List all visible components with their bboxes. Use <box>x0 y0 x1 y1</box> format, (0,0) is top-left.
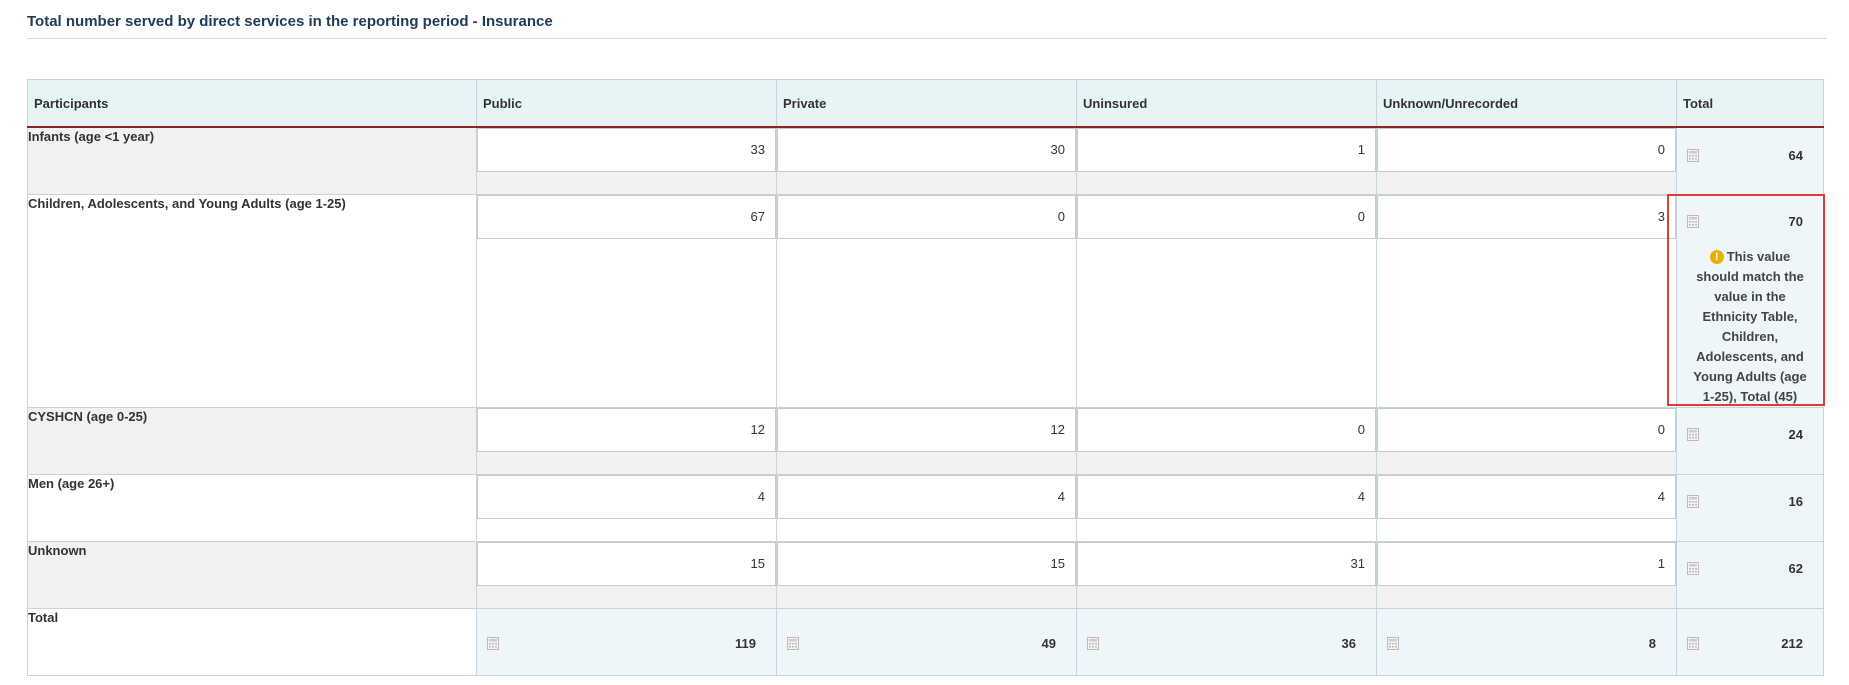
public-input[interactable]: 15 <box>477 541 776 586</box>
cell-unknown: 1 <box>1376 540 1677 609</box>
uninsured-input[interactable]: 0 <box>1077 194 1376 239</box>
cell-uninsured: 0 <box>1076 193 1377 408</box>
cell-private: 12 <box>776 406 1077 475</box>
validation-warning: ! This value should match the value in th… <box>1677 237 1823 407</box>
cell-public: 67 <box>476 193 777 408</box>
private-input[interactable]: 12 <box>777 407 1076 452</box>
cell-unknown: 4 <box>1376 473 1677 542</box>
row-label: CYSHCN (age 0-25) <box>27 406 477 475</box>
total-public-cell: 119 <box>476 607 777 676</box>
row-total-value: 16 <box>1788 494 1803 509</box>
uninsured-input[interactable]: 0 <box>1077 407 1376 452</box>
calculator-icon <box>1687 495 1699 508</box>
uninsured-input[interactable]: 4 <box>1077 474 1376 519</box>
calculator-icon <box>1087 637 1099 650</box>
cell-public: 4 <box>476 473 777 542</box>
total-uninsured-value: 36 <box>1341 636 1356 651</box>
cell-uninsured: 1 <box>1076 126 1377 195</box>
col-header-unknown: Unknown/Unrecorded <box>1376 79 1677 128</box>
col-header-public: Public <box>476 79 777 128</box>
row-total-value: 64 <box>1788 147 1803 163</box>
calculator-icon <box>1687 562 1699 575</box>
grand-total-value: 212 <box>1781 636 1803 651</box>
cell-private: 30 <box>776 126 1077 195</box>
section-header: Total number served by direct services i… <box>27 12 1827 39</box>
insurance-table: Participants Public Private Uninsured Un… <box>27 79 1824 676</box>
row-total-value: 62 <box>1788 561 1803 576</box>
total-private-cell: 49 <box>776 607 1077 676</box>
row-label: Men (age 26+) <box>27 473 477 542</box>
table-row: Children, Adolescents, and Young Adults … <box>27 193 1824 408</box>
table-row: Unknown 15 15 31 1 62 <box>27 540 1824 609</box>
cell-uninsured: 0 <box>1076 406 1377 475</box>
totals-row: Total 119 49 36 8 212 <box>27 607 1824 676</box>
total-unknown-cell: 8 <box>1376 607 1677 676</box>
unknown-input[interactable]: 1 <box>1377 541 1676 586</box>
cell-public: 12 <box>476 406 777 475</box>
calculator-icon <box>787 637 799 650</box>
warning-text: This value should match the value in the… <box>1693 248 1807 404</box>
cell-uninsured: 31 <box>1076 540 1377 609</box>
private-input[interactable]: 0 <box>777 194 1076 239</box>
grand-total-cell: 212 <box>1676 607 1824 676</box>
total-private-value: 49 <box>1041 636 1056 651</box>
cell-uninsured: 4 <box>1076 473 1377 542</box>
table-row: Infants (age <1 year) 33 30 1 0 64 <box>27 126 1824 195</box>
unknown-input[interactable]: 3 <box>1377 194 1676 239</box>
table-row: CYSHCN (age 0-25) 12 12 0 0 24 <box>27 406 1824 475</box>
row-total-value: 24 <box>1788 427 1803 442</box>
calculator-icon <box>1687 637 1699 650</box>
private-input[interactable]: 15 <box>777 541 1076 586</box>
unknown-input[interactable]: 0 <box>1377 128 1676 172</box>
insurance-section: Total number served by direct services i… <box>0 0 1849 685</box>
row-total-cell: 62 <box>1676 540 1824 609</box>
unknown-input[interactable]: 4 <box>1377 474 1676 519</box>
exclamation-icon: ! <box>1709 249 1724 264</box>
public-input[interactable]: 12 <box>477 407 776 452</box>
row-label: Children, Adolescents, and Young Adults … <box>27 193 477 408</box>
cell-public: 33 <box>476 126 777 195</box>
unknown-input[interactable]: 0 <box>1377 407 1676 452</box>
row-total-cell: 70 ! This value should match the value in… <box>1676 193 1824 408</box>
cell-public: 15 <box>476 540 777 609</box>
private-input[interactable]: 4 <box>777 474 1076 519</box>
row-total-cell: 24 <box>1676 406 1824 475</box>
cell-unknown: 3 <box>1376 193 1677 408</box>
cell-private: 4 <box>776 473 1077 542</box>
row-total-cell: 64 <box>1676 126 1824 195</box>
uninsured-input[interactable]: 31 <box>1077 541 1376 586</box>
cell-private: 0 <box>776 193 1077 408</box>
row-total-cell: 16 <box>1676 473 1824 542</box>
col-header-uninsured: Uninsured <box>1076 79 1377 128</box>
cell-unknown: 0 <box>1376 126 1677 195</box>
cell-private: 15 <box>776 540 1077 609</box>
col-header-total: Total <box>1676 79 1824 128</box>
col-header-participants: Participants <box>27 79 477 128</box>
row-label: Infants (age <1 year) <box>27 126 477 195</box>
table-row: Men (age 26+) 4 4 4 4 16 <box>27 473 1824 542</box>
public-input[interactable]: 33 <box>477 128 776 172</box>
header-row: Participants Public Private Uninsured Un… <box>27 79 1824 128</box>
private-input[interactable]: 30 <box>777 128 1076 172</box>
col-header-private: Private <box>776 79 1077 128</box>
section-title: Total number served by direct services i… <box>27 13 553 30</box>
total-public-value: 119 <box>735 636 756 651</box>
calculator-icon <box>1687 215 1699 228</box>
totals-label: Total <box>27 607 477 676</box>
public-input[interactable]: 67 <box>477 194 776 239</box>
cell-unknown: 0 <box>1376 406 1677 475</box>
calculator-icon <box>1687 428 1699 441</box>
calculator-icon <box>1387 637 1399 650</box>
public-input[interactable]: 4 <box>477 474 776 519</box>
total-uninsured-cell: 36 <box>1076 607 1377 676</box>
total-unknown-value: 8 <box>1648 636 1656 651</box>
uninsured-input[interactable]: 1 <box>1077 128 1376 172</box>
calculator-icon <box>487 637 499 650</box>
row-label: Unknown <box>27 540 477 609</box>
calculator-icon <box>1687 148 1699 162</box>
row-total-value: 70 <box>1788 214 1803 229</box>
